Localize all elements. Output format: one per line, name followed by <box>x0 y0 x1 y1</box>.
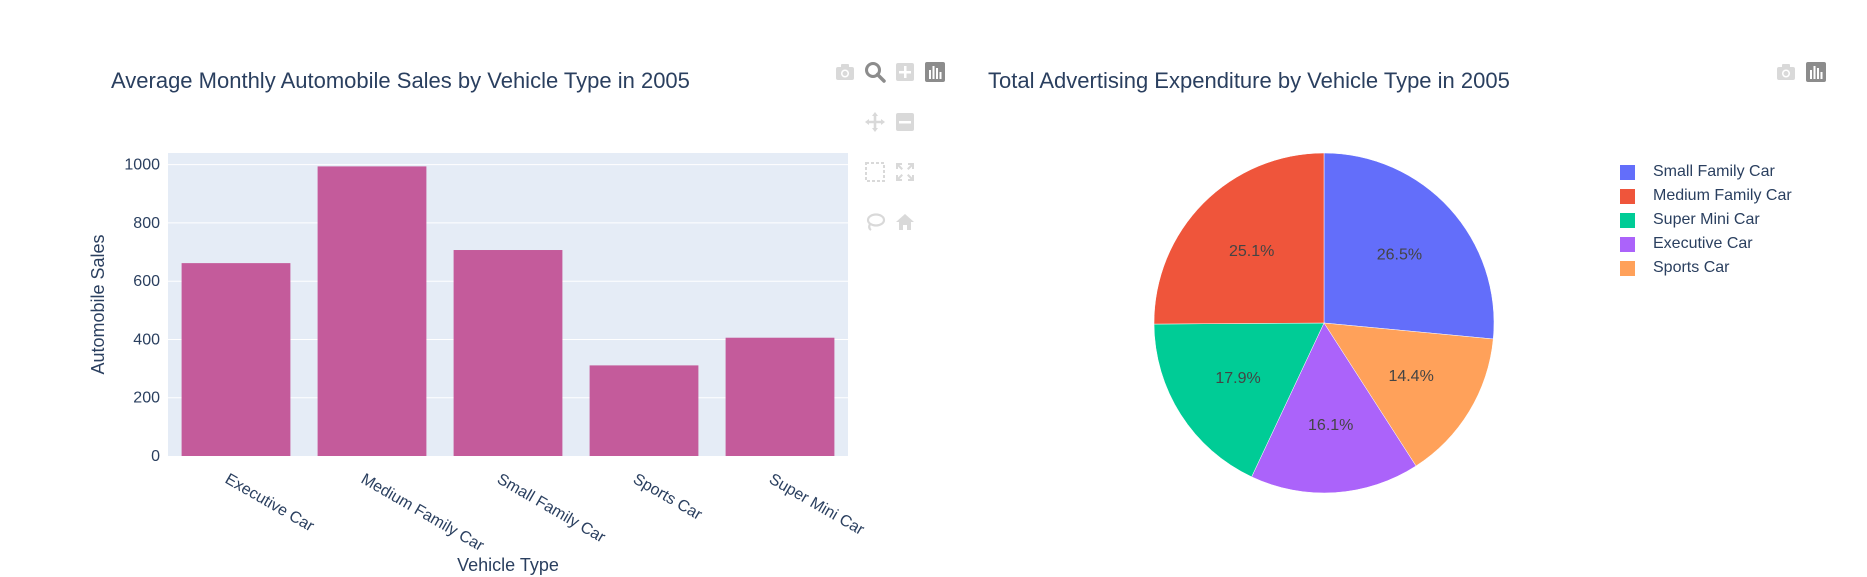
home-icon[interactable] <box>894 211 916 233</box>
legend-item[interactable]: Medium Family Car <box>1620 184 1792 208</box>
y-tick-label: 600 <box>133 273 160 290</box>
camera-icon[interactable] <box>1775 61 1797 83</box>
x-tick-label: Executive Car <box>222 471 317 536</box>
legend-swatch <box>1620 212 1635 228</box>
legend-item[interactable]: Sports Car <box>1620 256 1792 280</box>
legend-item[interactable]: Super Mini Car <box>1620 208 1792 232</box>
bar[interactable] <box>589 365 699 456</box>
x-tick-label: Medium Family Car <box>358 471 487 555</box>
box-select-icon[interactable] <box>864 161 886 183</box>
legend-label: Sports Car <box>1653 259 1730 276</box>
bar[interactable] <box>181 263 291 456</box>
pie-slice[interactable] <box>1153 152 1325 325</box>
plotly-logo-icon[interactable] <box>1805 61 1827 83</box>
pie-slice-label: 26.5% <box>1377 246 1422 263</box>
zoom-in-icon[interactable] <box>894 61 916 83</box>
lasso-icon[interactable] <box>864 211 886 233</box>
pie-legend: Small Family Car Medium Family Car Super M… <box>1620 160 1792 280</box>
legend-label: Medium Family Car <box>1653 187 1792 204</box>
legend-label: Super Mini Car <box>1653 211 1760 228</box>
legend-swatch <box>1620 260 1635 276</box>
legend-swatch <box>1620 164 1635 180</box>
autoscale-icon[interactable] <box>894 161 916 183</box>
pie-slice-label: 25.1% <box>1229 243 1274 260</box>
camera-icon[interactable] <box>834 61 856 83</box>
x-tick-label: Super Mini Car <box>766 471 867 539</box>
y-tick-label: 0 <box>151 448 160 465</box>
pie-slice-label: 17.9% <box>1215 370 1260 387</box>
legend-swatch <box>1620 188 1635 204</box>
x-tick-label: Small Family Car <box>494 471 609 547</box>
legend-label: Executive Car <box>1653 235 1753 252</box>
bar[interactable] <box>317 166 427 456</box>
legend-swatch <box>1620 236 1635 252</box>
legend-item[interactable]: Small Family Car <box>1620 160 1792 184</box>
y-tick-label: 200 <box>133 390 160 407</box>
pie-chart-svg[interactable]: 26.5% 14.4% 16.1% 17.9% 25.1% <box>940 0 1867 577</box>
bar-chart-svg[interactable]: 0 200 400 600 800 1000 Executive Car Medium Fam… <box>0 0 940 577</box>
pan-icon[interactable] <box>864 111 886 133</box>
y-tick-label: 1000 <box>124 157 160 174</box>
legend-label: Small Family Car <box>1653 163 1775 180</box>
y-tick-label: 400 <box>133 331 160 348</box>
x-tick-label: Sports Car <box>630 471 705 524</box>
pie-slice-label: 14.4% <box>1388 368 1433 385</box>
zoom-icon[interactable] <box>864 61 886 83</box>
bar-chart-panel: Average Monthly Automobile Sales by Vehi… <box>0 0 945 577</box>
pie-slice-label: 16.1% <box>1308 417 1353 434</box>
y-tick-label: 800 <box>133 215 160 232</box>
bar[interactable] <box>725 337 835 456</box>
zoom-out-icon[interactable] <box>894 111 916 133</box>
legend-item[interactable]: Executive Car <box>1620 232 1792 256</box>
x-axis-label: Vehicle Type <box>457 555 559 575</box>
pie-chart-panel: Total Advertising Expenditure by Vehicle… <box>940 0 1867 577</box>
y-axis-label: Automobile Sales <box>88 234 108 374</box>
bar[interactable] <box>453 250 563 456</box>
